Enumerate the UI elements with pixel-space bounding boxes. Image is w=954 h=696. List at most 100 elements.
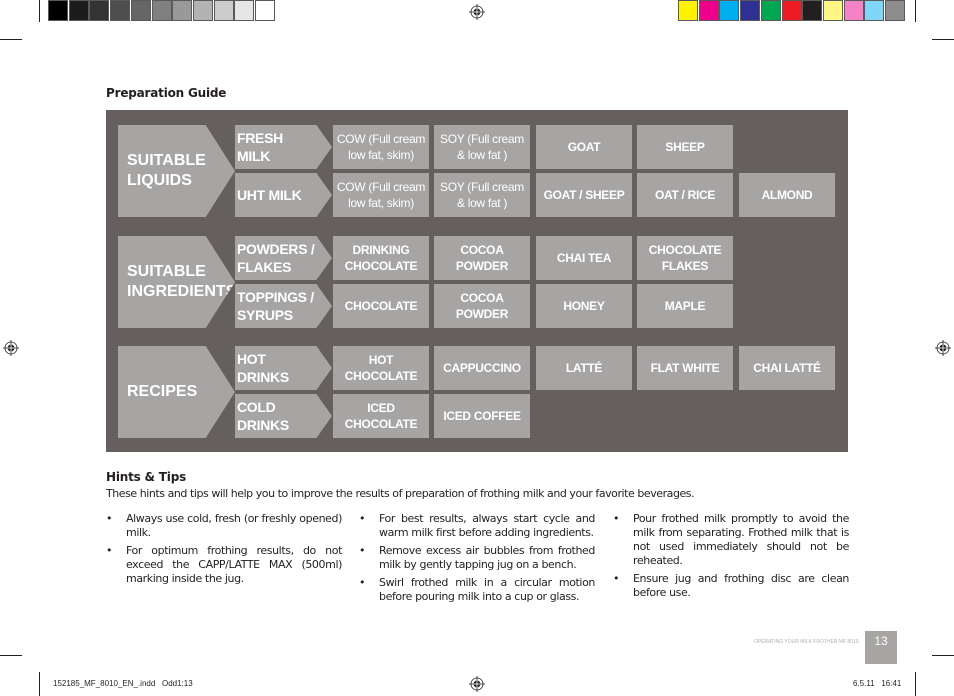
crop-mark [932, 655, 954, 656]
color-swatch [151, 0, 172, 21]
guide-item-label: SOY (Full cream & low fat ) [440, 132, 524, 162]
color-swatch [864, 0, 885, 21]
hint-item: • For best results, always start cycle an… [359, 512, 595, 540]
page-number-box: 13 [865, 631, 897, 664]
color-swatch [48, 0, 68, 21]
guide-item: ICED COFFEE [434, 394, 530, 438]
guide-item: COW (Full cream low fat, skim) [333, 173, 429, 217]
bullet-icon: • [106, 512, 113, 525]
guide-item: SOY (Full cream & low fat ) [434, 125, 530, 169]
guide-item: COCOA POWDER [434, 284, 530, 328]
guide-item-label: FLAT WHITE [650, 361, 720, 375]
guide-item: COCOA POWDER [434, 236, 530, 280]
hint-text: For best results, always start cycle and… [379, 512, 595, 539]
category-suitable-liquids: SUITABLE LIQUIDS [118, 125, 235, 217]
subcategory-label: UHT MILK [237, 187, 302, 203]
guide-item: ICED CHOCOLATE [333, 394, 429, 438]
guide-item-label: MAPLE [664, 299, 706, 313]
subcategory-hot-drinks: HOT DRINKS [235, 346, 332, 390]
guide-item: FLAT WHITE [637, 346, 733, 390]
guide-item-label: CHAI LATTÉ [753, 361, 821, 375]
bullet-icon: • [359, 512, 366, 525]
category-label: SUITABLE LIQUIDS [127, 152, 206, 189]
guide-item-label: CHAI TEA [556, 251, 612, 265]
hints-intro: These hints and tips will help you to im… [106, 487, 695, 500]
subcategory-label: HOT DRINKS [237, 351, 289, 385]
hint-item: • Pour frothed milk promptly to avoid the… [613, 512, 849, 568]
page-number: 13 [874, 634, 888, 648]
color-swatch [822, 0, 843, 21]
guide-item: LATTÉ [536, 346, 632, 390]
guide-item-label: ALMOND [761, 188, 813, 202]
bullet-icon: • [106, 544, 113, 557]
hint-item: • Remove excess air bubbles from frothed … [359, 544, 595, 572]
guide-item: CHAI TEA [536, 236, 632, 280]
guide-item-label: CHOCOLATE [344, 299, 418, 313]
color-swatch [172, 0, 193, 21]
color-swatch [110, 0, 131, 21]
crop-mark [915, 0, 916, 22]
category-suitable-ingredients: SUITABLE INGREDIENTS [118, 236, 235, 328]
guide-item: SOY (Full cream & low fat ) [434, 173, 530, 217]
color-swatch [192, 0, 213, 21]
guide-item: GOAT / SHEEP [536, 173, 632, 217]
guide-item: CHOCOLATE [333, 284, 429, 328]
color-swatch [885, 0, 905, 21]
guide-item-label: SOY (Full cream & low fat ) [440, 180, 524, 210]
guide-item-label: CHOCOLATE FLAKES [648, 243, 722, 273]
color-swatch [89, 0, 110, 21]
color-swatch [68, 0, 89, 21]
hint-item: • Ensure jug and frothing disc are clean … [613, 572, 849, 600]
registration-mark-icon [469, 676, 485, 692]
guide-item-label: HOT CHOCOLATE [344, 353, 418, 383]
hints-list: • Pour frothed milk promptly to avoid the… [613, 512, 849, 600]
color-swatch [802, 0, 823, 21]
hint-text: Always use cold, fresh (or freshly opene… [126, 512, 342, 539]
guide-item: CHAI LATTÉ [739, 346, 835, 390]
crop-mark [915, 672, 916, 696]
color-swatch [234, 0, 255, 21]
crop-mark [932, 39, 954, 40]
cmyk-color-bar [678, 0, 906, 22]
guide-item-label: COCOA POWDER [455, 291, 509, 321]
hints-title: Hints & Tips [106, 470, 187, 484]
preparation-guide-title: Preparation Guide [106, 86, 227, 100]
hints-column-1: • Always use cold, fresh (or freshly open… [106, 512, 342, 590]
guide-item: MAPLE [637, 284, 733, 328]
subcategory-label: POWDERS / FLAKES [237, 241, 315, 275]
guide-item-label: DRINKING CHOCOLATE [344, 243, 418, 273]
preparation-guide-panel: SUITABLE LIQUIDS FRESH MILK COW (Full crea… [106, 110, 848, 452]
subcategory-label: FRESH MILK [237, 130, 283, 164]
guide-item-label: GOAT / SHEEP [543, 188, 625, 202]
subcategory-cold-drinks: COLD DRINKS [235, 394, 332, 438]
color-swatch [719, 0, 740, 21]
hint-text: Ensure jug and frothing disc are clean b… [633, 572, 849, 599]
color-swatch [843, 0, 864, 21]
category-recipes: RECIPES [118, 346, 235, 438]
color-swatch [781, 0, 802, 21]
hints-column-3: • Pour frothed milk promptly to avoid the… [613, 512, 849, 604]
guide-item: GOAT [536, 125, 632, 169]
hint-item: • For optimum frothing results, do not ex… [106, 544, 342, 586]
guide-item-label: LATTÉ [565, 361, 603, 375]
crop-mark [39, 0, 40, 22]
guide-item-label: COW (Full cream low fat, skim) [336, 180, 426, 210]
color-swatch [698, 0, 719, 21]
color-swatch [740, 0, 761, 21]
color-swatch [213, 0, 234, 21]
guide-item: COW (Full cream low fat, skim) [333, 125, 429, 169]
running-header: OPERATING YOUR MILK FROTHER MF 8010 [754, 639, 859, 645]
crop-mark [0, 655, 22, 656]
subcategory-powders-flakes: POWDERS / FLAKES [235, 236, 332, 280]
bullet-icon: • [613, 512, 620, 525]
subcategory-label: TOPPINGS / SYRUPS [237, 289, 314, 323]
registration-mark-icon [469, 4, 485, 20]
guide-item-label: ICED CHOCOLATE [344, 401, 418, 431]
hint-text: For optimum frothing results, do not exc… [126, 544, 342, 585]
hint-text: Pour frothed milk promptly to avoid the … [633, 512, 849, 567]
guide-item-label: HONEY [563, 299, 605, 313]
registration-mark-icon [935, 340, 951, 356]
guide-item: CHOCOLATE FLAKES [637, 236, 733, 280]
guide-item-label: GOAT [567, 140, 601, 154]
guide-item-label: COCOA POWDER [455, 243, 509, 273]
